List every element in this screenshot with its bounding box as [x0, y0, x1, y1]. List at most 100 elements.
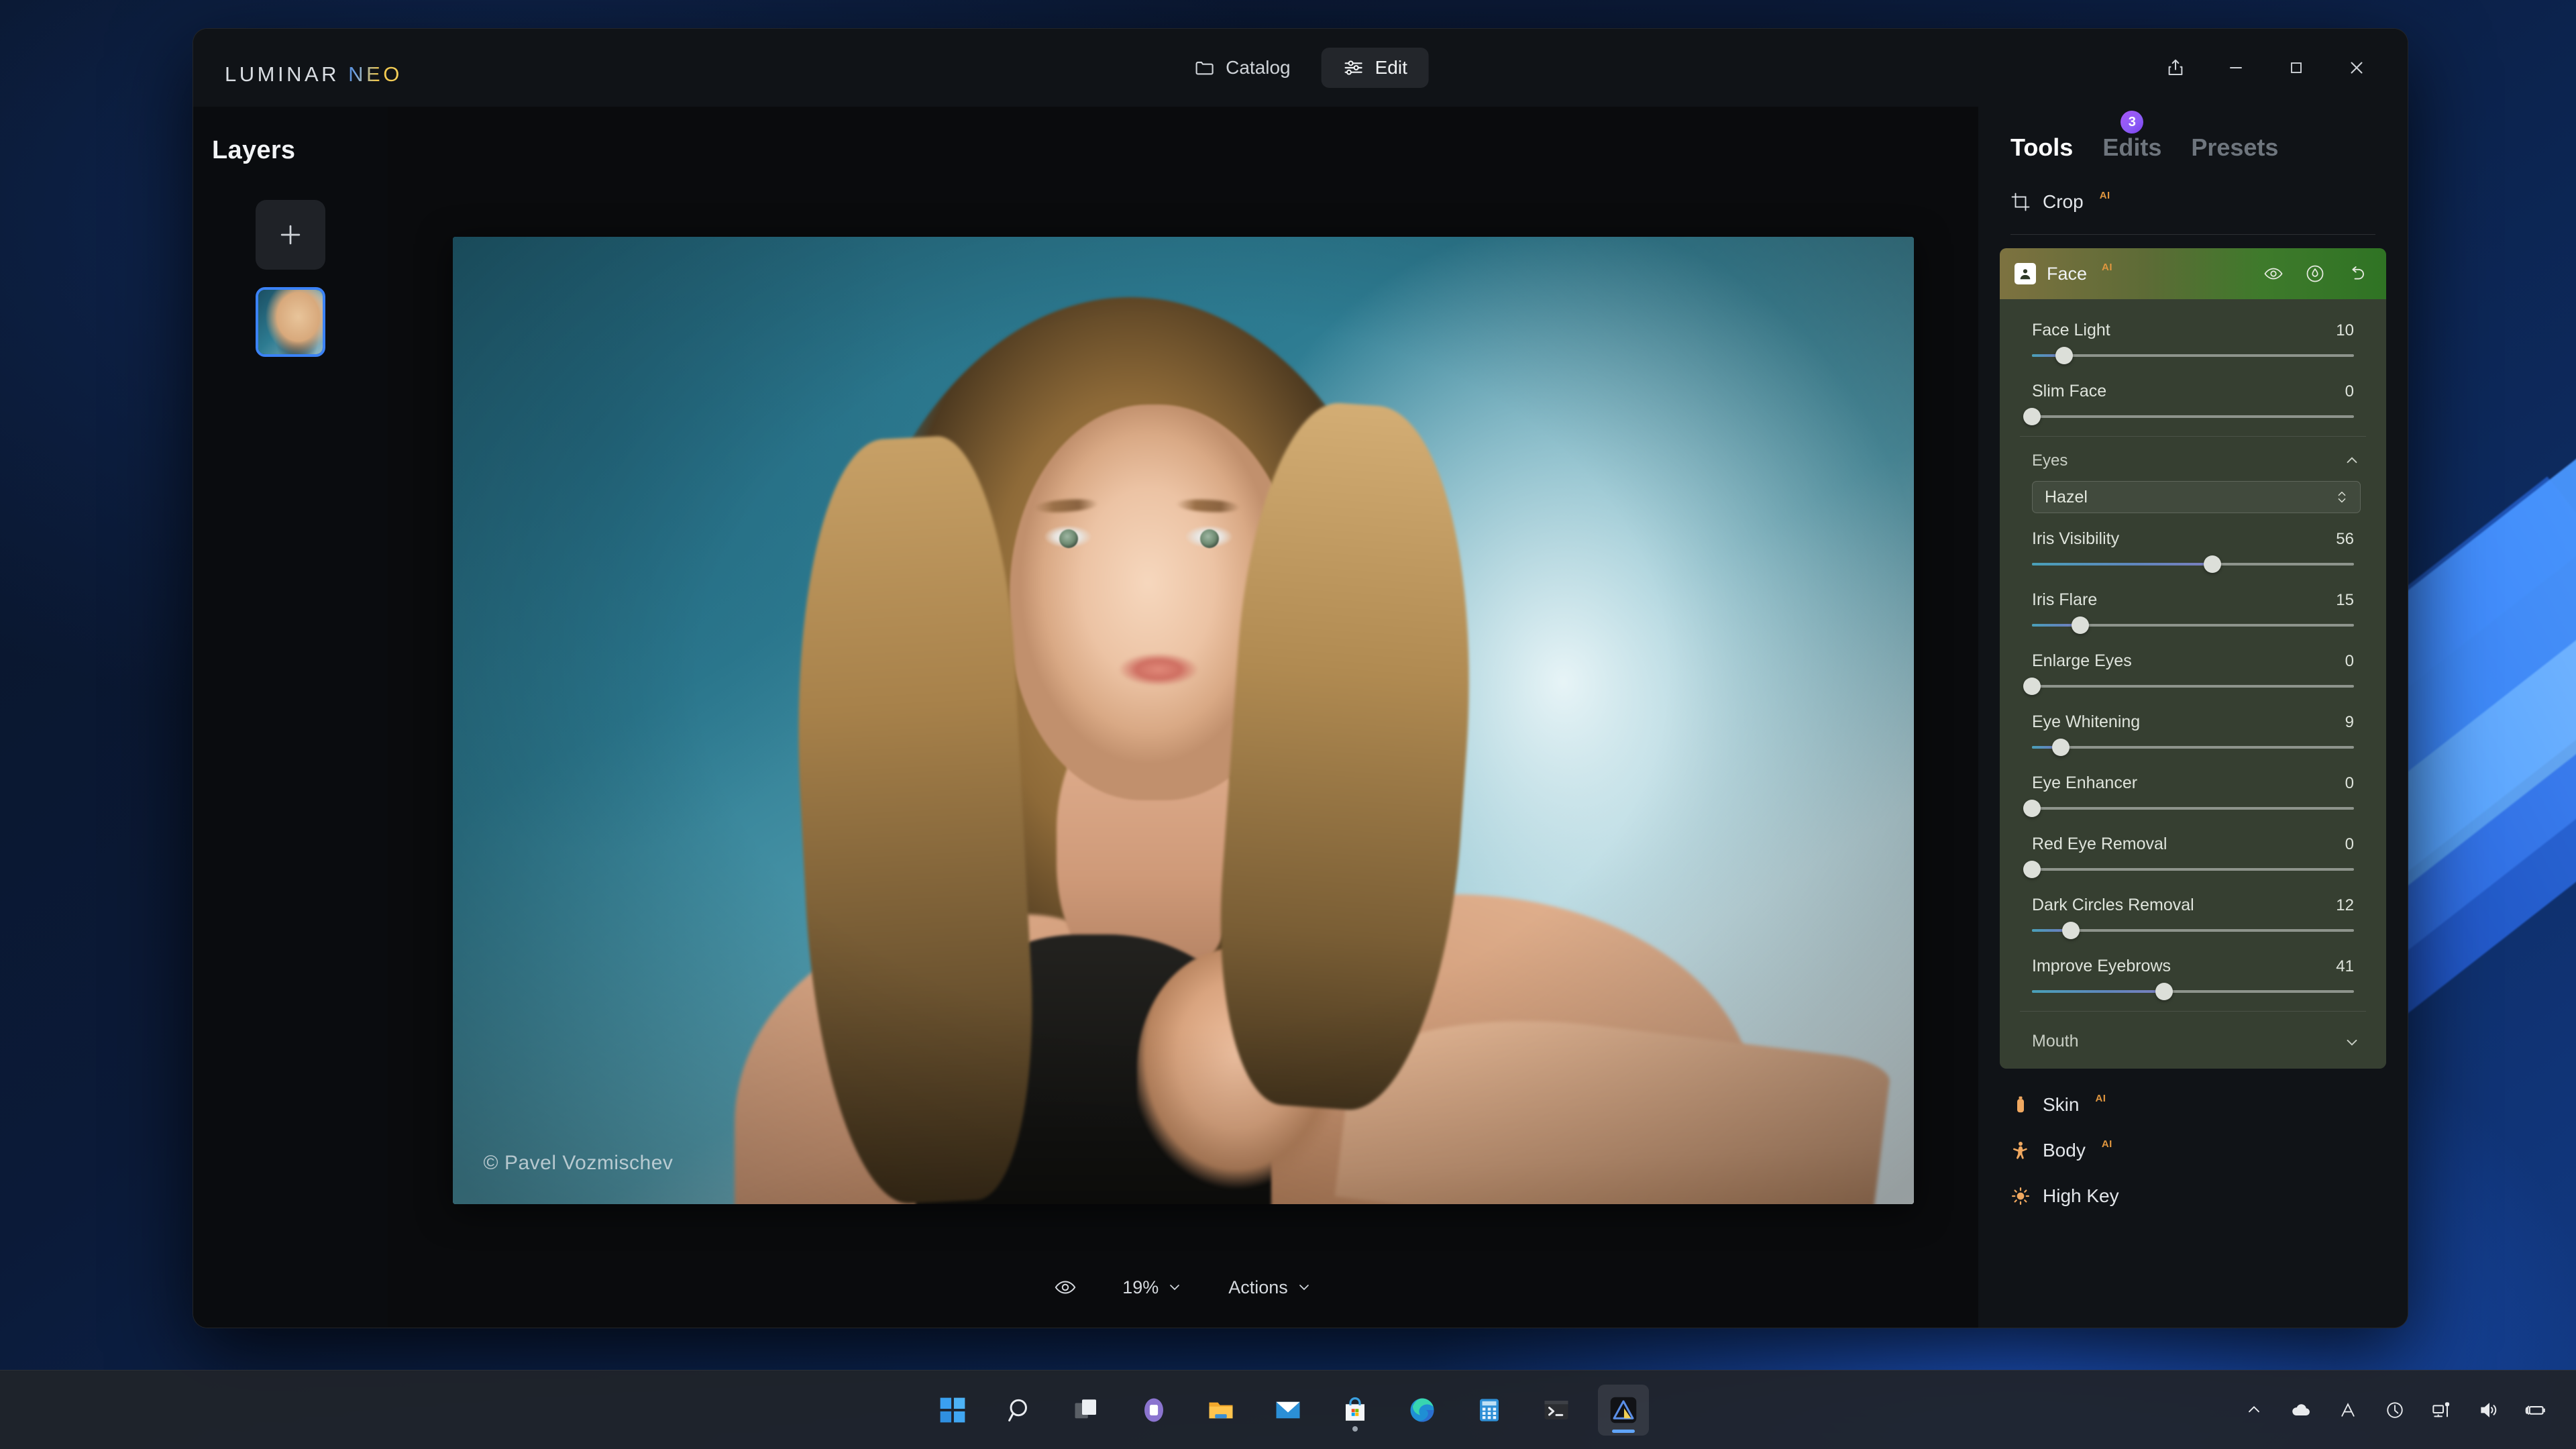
folder-icon: [1193, 57, 1215, 78]
slider-handle[interactable]: [2203, 555, 2221, 573]
slider-track[interactable]: [2032, 554, 2354, 574]
zoom-level-dropdown[interactable]: 19%: [1116, 1272, 1189, 1303]
file-explorer-button[interactable]: [1195, 1385, 1246, 1436]
tab-edits[interactable]: 3 Edits: [2102, 111, 2161, 162]
minimize-button[interactable]: [2209, 47, 2263, 89]
share-icon: [2165, 58, 2186, 78]
teams-button[interactable]: [1128, 1385, 1179, 1436]
slider-slim-face[interactable]: Slim Face 0: [2000, 372, 2386, 433]
slider-handle[interactable]: [2023, 408, 2041, 425]
start-button[interactable]: [927, 1385, 978, 1436]
plus-icon: [276, 220, 305, 250]
running-indicator-dot: [1352, 1426, 1358, 1432]
sync-status-button[interactable]: [2381, 1397, 2408, 1424]
share-button[interactable]: [2149, 47, 2202, 89]
volume-status-button[interactable]: [2475, 1397, 2502, 1424]
edits-count-badge: 3: [2121, 111, 2144, 133]
face-module-header[interactable]: Face AI: [2000, 248, 2386, 299]
slider-enlarge-eyes[interactable]: Enlarge Eyes 0: [2000, 642, 2386, 703]
bottom-toolbar: 19% Actions: [388, 1247, 1978, 1328]
preview-toggle-button[interactable]: [1047, 1271, 1083, 1304]
maximize-button[interactable]: [2269, 47, 2323, 89]
edit-tab[interactable]: Edit: [1321, 48, 1429, 88]
chevron-down-icon[interactable]: [2343, 1033, 2361, 1051]
logo-secondary-text: NEO: [348, 62, 402, 86]
reset-button[interactable]: [2343, 260, 2370, 287]
slider-iris-flare[interactable]: Iris Flare 15: [2000, 581, 2386, 642]
photo-subject-lips: [1118, 653, 1199, 686]
slider-label: Iris Flare: [2032, 590, 2098, 609]
slider-handle[interactable]: [2023, 861, 2041, 878]
slider-eye-enhancer[interactable]: Eye Enhancer 0: [2000, 764, 2386, 825]
photo-background: [452, 237, 1914, 1204]
photo-subject-hair: [828, 297, 1432, 1204]
close-button[interactable]: [2330, 47, 2383, 89]
slider-track[interactable]: [2032, 981, 2354, 1002]
slider-track[interactable]: [2032, 920, 2354, 941]
photo-preview[interactable]: © Pavel Vozmischev: [452, 237, 1914, 1204]
crop-icon: [2010, 192, 2031, 212]
slider-handle[interactable]: [2052, 739, 2070, 756]
photo-subject-iris: [1059, 529, 1078, 548]
slider-handle[interactable]: [2072, 616, 2089, 634]
slider-handle[interactable]: [2023, 800, 2041, 817]
actions-dropdown[interactable]: Actions: [1222, 1272, 1319, 1303]
tool-item-high-key[interactable]: High Key: [1978, 1173, 2408, 1219]
slider-track[interactable]: [2032, 345, 2354, 366]
edge-button[interactable]: [1397, 1385, 1448, 1436]
slider-track[interactable]: [2023, 676, 2354, 696]
store-bag-icon: [1341, 1396, 1369, 1424]
tool-item-body[interactable]: Body AI: [1978, 1128, 2408, 1173]
network-status-button[interactable]: [2428, 1397, 2455, 1424]
eye-color-select[interactable]: Hazel: [2032, 481, 2361, 513]
chevron-up-icon[interactable]: [2343, 452, 2361, 470]
show-hidden-icons-button[interactable]: [2241, 1397, 2267, 1424]
calculator-button[interactable]: [1464, 1385, 1515, 1436]
microsoft-store-button[interactable]: [1330, 1385, 1381, 1436]
battery-status-button[interactable]: [2522, 1397, 2549, 1424]
task-view-button[interactable]: [1061, 1385, 1112, 1436]
slider-iris-visibility[interactable]: Iris Visibility 56: [2000, 520, 2386, 581]
slider-face-light[interactable]: Face Light 10: [2000, 311, 2386, 372]
section-header-mouth[interactable]: Mouth: [2000, 1014, 2386, 1069]
mail-button[interactable]: [1263, 1385, 1313, 1436]
slider-dark-circles-removal[interactable]: Dark Circles Removal 12: [2000, 886, 2386, 947]
tool-item-skin[interactable]: Skin AI: [1978, 1082, 2408, 1128]
visibility-toggle-button[interactable]: [2260, 260, 2287, 287]
search-button[interactable]: [994, 1385, 1045, 1436]
photo-watermark: © Pavel Vozmischev: [483, 1152, 674, 1174]
eye-icon: [2263, 264, 2284, 284]
slider-eye-whitening[interactable]: Eye Whitening 9: [2000, 703, 2386, 764]
photo-subject-eyebrow: [1175, 498, 1240, 514]
search-icon: [1006, 1396, 1034, 1424]
language-indicator-button[interactable]: [2334, 1397, 2361, 1424]
onedrive-status-button[interactable]: [2288, 1397, 2314, 1424]
slider-handle[interactable]: [2023, 678, 2041, 695]
slider-track[interactable]: [2023, 407, 2354, 427]
tool-item-crop[interactable]: Crop AI: [1978, 179, 2408, 225]
tab-presets[interactable]: Presets: [2191, 133, 2278, 162]
tool-item-body-label: Body: [2043, 1140, 2086, 1161]
slider-track[interactable]: [2032, 615, 2354, 635]
slider-handle[interactable]: [2155, 983, 2173, 1000]
ai-badge: AI: [2102, 261, 2113, 273]
slider-track[interactable]: [2023, 798, 2354, 818]
slider-track[interactable]: [2032, 737, 2354, 757]
layer-thumbnail[interactable]: [256, 287, 325, 357]
slider-red-eye-removal[interactable]: Red Eye Removal 0: [2000, 825, 2386, 886]
section-header-eyes[interactable]: Eyes: [2000, 439, 2386, 477]
mask-button[interactable]: [2302, 260, 2328, 287]
photo-subject-eye: [1183, 525, 1234, 548]
catalog-tab[interactable]: Catalog: [1172, 48, 1312, 88]
slider-handle[interactable]: [2061, 922, 2080, 939]
photo-subject-shoulder: [1203, 894, 1754, 1204]
luminar-neo-button[interactable]: [1598, 1385, 1649, 1436]
slider-track[interactable]: [2023, 859, 2354, 879]
add-layer-button[interactable]: [256, 200, 325, 270]
slider-improve-eyebrows[interactable]: Improve Eyebrows 41: [2000, 947, 2386, 1008]
terminal-button[interactable]: [1531, 1385, 1582, 1436]
tab-tools[interactable]: Tools: [2010, 133, 2073, 162]
layers-panel-title: Layers: [212, 136, 296, 164]
slider-handle[interactable]: [2055, 347, 2073, 364]
terminal-icon: [1542, 1396, 1570, 1424]
